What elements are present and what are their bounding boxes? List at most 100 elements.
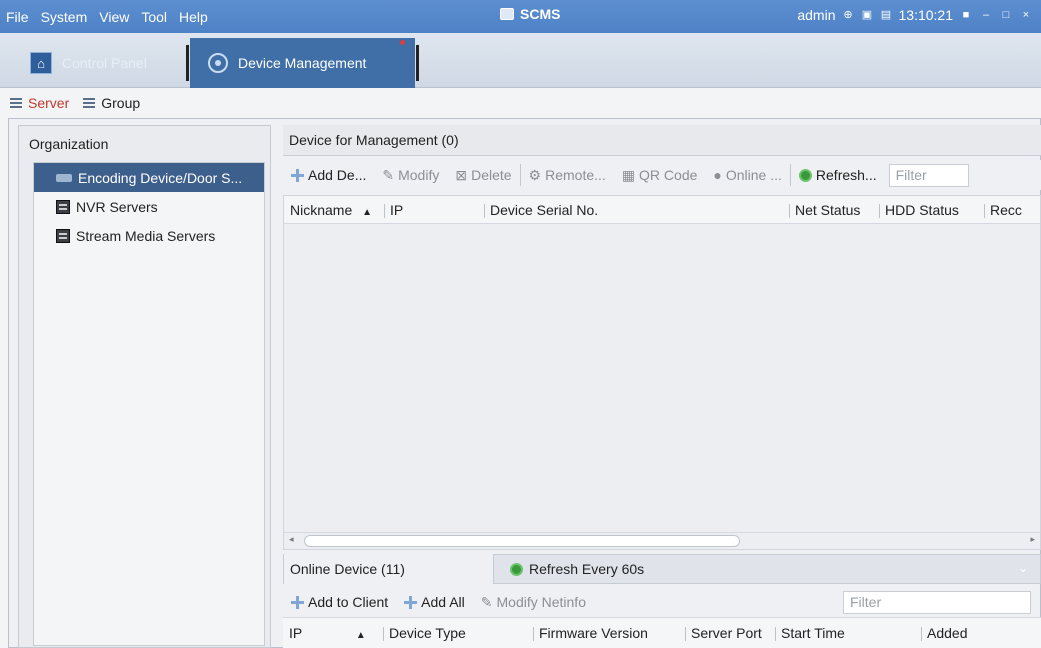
add-all-button[interactable]: Add All <box>396 587 473 617</box>
column-ip[interactable]: IP <box>384 202 484 218</box>
tree-item-encoding-device[interactable]: Encoding Device/Door S... <box>34 163 264 192</box>
memory-icon[interactable]: ▤ <box>880 9 893 22</box>
column-record[interactable]: Recc <box>984 202 1040 218</box>
scrollbar-thumb[interactable] <box>304 535 740 547</box>
tree-item-stream-media-servers[interactable]: Stream Media Servers <box>34 221 264 250</box>
horizontal-scrollbar[interactable]: ◂ ▸ <box>284 532 1040 549</box>
maximize-icon[interactable]: □ <box>999 8 1013 22</box>
online-device-header: Online Device (11) Refresh Every 60s ⌄ <box>283 554 1041 584</box>
refresh-button[interactable]: Refresh... <box>791 160 885 190</box>
column-start-time[interactable]: Start Time <box>775 625 921 641</box>
column-nickname[interactable]: Nickname ▲ <box>284 202 384 218</box>
status-area: admin ⊕ ▣ ▤ 13:10:21 ■ – □ × <box>797 7 1033 23</box>
modify-button[interactable]: ✎ Modify <box>374 160 447 190</box>
column-added[interactable]: Added <box>921 625 1001 641</box>
scroll-left-icon[interactable]: ◂ <box>289 534 294 545</box>
column-net-status[interactable]: Net Status <box>789 202 879 218</box>
tab-device-management[interactable]: Device Management <box>190 38 415 88</box>
menu-file[interactable]: File <box>6 9 29 25</box>
network-icon[interactable]: ⊕ <box>842 9 855 22</box>
user-label[interactable]: admin <box>797 7 835 23</box>
encoding-device-icon <box>56 173 72 182</box>
modify-netinfo-label: Modify Netinfo <box>496 594 586 610</box>
remote-label: Remote... <box>545 167 606 183</box>
management-table-header: Nickname ▲ IP Device Serial No. Net Stat… <box>284 196 1040 224</box>
user-icon: ● <box>713 167 722 183</box>
delete-icon: ⊠ <box>455 166 468 183</box>
app-icon <box>500 8 514 20</box>
refresh-interval-button[interactable]: Refresh Every 60s <box>494 561 644 577</box>
tree-item-label: NVR Servers <box>76 198 158 215</box>
online-filter-input[interactable]: Filter <box>843 591 1031 614</box>
organization-panel: Organization Encoding Device/Door S... N… <box>18 125 271 648</box>
server-list-icon <box>10 98 22 108</box>
online-toolbar: Add to Client Add All ✎ Modify Netinfo F… <box>283 587 1041 617</box>
add-all-label: Add All <box>421 594 465 610</box>
organization-tree: Encoding Device/Door S... NVR Servers St… <box>33 162 265 646</box>
minimize-icon[interactable]: – <box>979 8 993 22</box>
add-to-client-label: Add to Client <box>308 594 389 610</box>
qr-code-button[interactable]: ▦ QR Code <box>614 160 706 190</box>
refresh-label: Refresh... <box>815 167 877 183</box>
column-device-type[interactable]: Device Type <box>383 625 533 641</box>
menu-help[interactable]: Help <box>179 9 208 25</box>
collapse-chevron-icon[interactable]: ⌄ <box>1018 561 1028 575</box>
tab-device-management-label: Device Management <box>238 55 367 71</box>
tab-control-panel-label: Control Panel <box>62 55 147 71</box>
group-icon <box>83 98 96 108</box>
scroll-right-icon[interactable]: ▸ <box>1030 534 1035 545</box>
online-user-button[interactable]: ● Online ... <box>705 160 790 190</box>
add-to-client-button[interactable]: Add to Client <box>283 587 396 617</box>
close-icon[interactable]: × <box>1019 8 1033 22</box>
tree-item-nvr-servers[interactable]: NVR Servers <box>34 192 264 221</box>
tab-group[interactable]: Group <box>83 95 140 111</box>
module-bar: ⌂ Control Panel Device Management <box>0 33 1041 88</box>
column-serial[interactable]: Device Serial No. <box>484 202 789 218</box>
management-toolbar: Add De... ✎ Modify ⊠ Delete ⚙ Remote... … <box>283 160 1041 190</box>
stream-media-server-icon <box>56 228 70 243</box>
tab-divider <box>416 45 419 81</box>
tab-server-label: Server <box>28 95 70 111</box>
organization-header: Organization <box>29 135 109 152</box>
online-device-title: Online Device (11) <box>284 554 494 584</box>
menu-tool[interactable]: Tool <box>141 9 167 25</box>
add-icon <box>291 168 304 182</box>
refresh-icon <box>510 562 523 576</box>
column-server-port[interactable]: Server Port <box>685 625 775 641</box>
management-table: Nickname ▲ IP Device Serial No. Net Stat… <box>283 195 1041 550</box>
management-filter-input[interactable]: Filter <box>888 163 969 187</box>
add-device-button[interactable]: Add De... <box>283 160 374 190</box>
online-label: Online ... <box>725 167 782 183</box>
remote-config-button[interactable]: ⚙ Remote... <box>521 160 614 190</box>
refresh-interval-label: Refresh Every 60s <box>529 561 645 577</box>
home-icon: ⌂ <box>30 52 52 74</box>
tab-control-panel[interactable]: ⌂ Control Panel <box>30 38 190 88</box>
menu-bar: File System View Tool Help <box>0 9 208 25</box>
column-label: Nickname <box>290 201 353 218</box>
lock-icon[interactable]: ■ <box>959 8 973 22</box>
tab-server[interactable]: Server <box>10 95 69 111</box>
qr-code-label: QR Code <box>639 167 698 183</box>
cpu-icon[interactable]: ▣ <box>861 9 874 22</box>
column-firmware-version[interactable]: Firmware Version <box>533 625 685 641</box>
sort-asc-icon: ▲ <box>355 630 366 641</box>
management-header: Device for Management (0) <box>283 125 1041 156</box>
qr-code-icon: ▦ <box>621 166 636 183</box>
clock-time: 13:10:21 <box>898 7 954 23</box>
add-device-label: Add De... <box>308 167 367 183</box>
menu-view[interactable]: View <box>99 9 129 25</box>
tab-divider <box>186 45 189 81</box>
column-hdd-status[interactable]: HDD Status <box>879 202 984 218</box>
delete-button[interactable]: ⊠ Delete <box>447 160 519 190</box>
menu-system[interactable]: System <box>41 9 88 25</box>
app-title: SCMS <box>500 6 560 22</box>
tree-item-label: Stream Media Servers <box>76 227 216 244</box>
app-title-text: SCMS <box>520 6 561 22</box>
close-tab-icon[interactable] <box>400 40 405 45</box>
add-icon <box>291 595 304 609</box>
sort-asc-icon: ▲ <box>362 206 373 218</box>
modify-netinfo-button[interactable]: ✎ Modify Netinfo <box>473 587 594 617</box>
online-table-header: IP ▲ Device Type Firmware Version Server… <box>283 617 1041 648</box>
gear-icon: ⚙ <box>528 166 542 183</box>
column-ip[interactable]: IP ▲ <box>283 625 383 641</box>
